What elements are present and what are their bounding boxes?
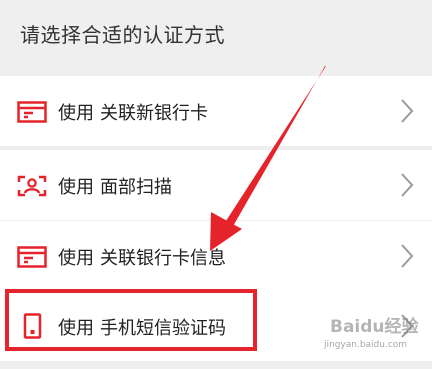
chevron-right-icon xyxy=(400,313,414,339)
option-method-label: 面部扫描 xyxy=(100,177,172,198)
page-header: 请选择合适的认证方式 xyxy=(0,0,432,76)
phone-icon xyxy=(17,313,47,339)
page-title: 请选择合适的认证方式 xyxy=(20,23,225,47)
bank-card-icon xyxy=(17,101,47,123)
option-use-label: 使用 xyxy=(58,177,94,198)
option-label: 使用 关联新银行卡 xyxy=(58,99,208,125)
option-method-label: 关联银行卡信息 xyxy=(100,248,226,269)
option-use-label: 使用 xyxy=(58,318,94,339)
option-label: 使用 关联银行卡信息 xyxy=(58,244,226,270)
face-scan-icon xyxy=(17,175,47,197)
chevron-right-icon xyxy=(400,98,414,124)
option-method-label: 关联新银行卡 xyxy=(100,103,208,124)
option-use-label: 使用 xyxy=(58,248,94,269)
bank-card-icon xyxy=(17,246,47,268)
chevron-right-icon xyxy=(400,243,414,269)
option-label: 使用 手机短信验证码 xyxy=(58,314,226,340)
option-sms-verification-code[interactable]: 使用 手机短信验证码 xyxy=(0,291,432,361)
option-method-label: 手机短信验证码 xyxy=(100,318,226,339)
option-link-new-bank-card[interactable]: 使用 关联新银行卡 xyxy=(0,76,432,146)
option-face-scan[interactable]: 使用 面部扫描 xyxy=(0,150,432,220)
option-label: 使用 面部扫描 xyxy=(58,173,172,199)
option-use-label: 使用 xyxy=(58,103,94,124)
option-linked-bank-card-info[interactable]: 使用 关联银行卡信息 xyxy=(0,221,432,291)
chevron-right-icon xyxy=(400,172,414,198)
